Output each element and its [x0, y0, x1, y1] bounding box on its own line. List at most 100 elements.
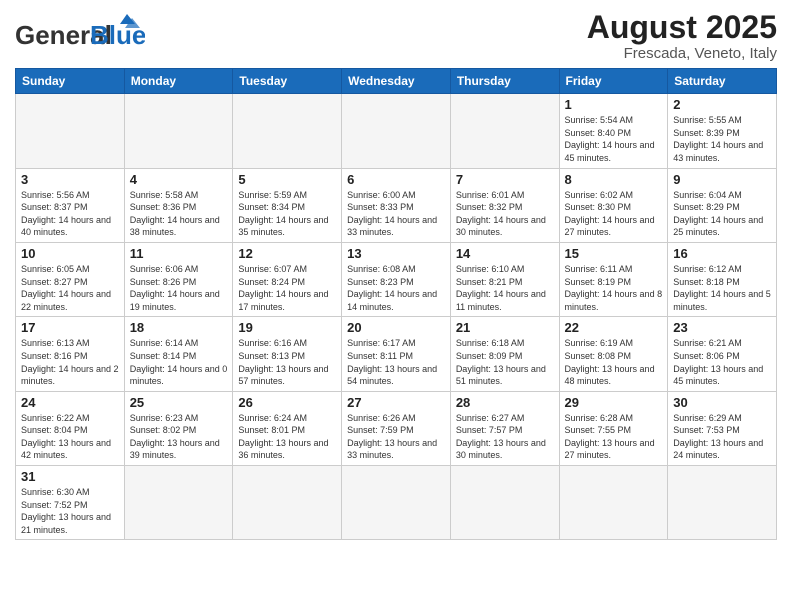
weekday-header-friday: Friday — [559, 69, 668, 94]
calendar-cell: 4 Sunrise: 5:58 AM Sunset: 8:36 PM Daylig… — [124, 168, 233, 242]
day-info: Sunrise: 6:13 AM Sunset: 8:16 PM Dayligh… — [21, 337, 119, 387]
day-info: Sunrise: 6:17 AM Sunset: 8:11 PM Dayligh… — [347, 337, 445, 387]
weekday-header-saturday: Saturday — [668, 69, 777, 94]
calendar-cell: 19 Sunrise: 6:16 AM Sunset: 8:13 PM Dayli… — [233, 317, 342, 391]
main-title: August 2025 — [587, 10, 777, 45]
day-info: Sunrise: 6:00 AM Sunset: 8:33 PM Dayligh… — [347, 189, 445, 239]
calendar-cell: 11 Sunrise: 6:06 AM Sunset: 8:26 PM Dayli… — [124, 242, 233, 316]
page: General Blue August 2025 Frescada, Venet… — [0, 0, 792, 612]
weekday-header-sunday: Sunday — [16, 69, 125, 94]
date-number: 5 — [238, 172, 336, 187]
calendar-cell: 7 Sunrise: 6:01 AM Sunset: 8:32 PM Daylig… — [450, 168, 559, 242]
calendar-cell: 17 Sunrise: 6:13 AM Sunset: 8:16 PM Dayli… — [16, 317, 125, 391]
day-info: Sunrise: 6:04 AM Sunset: 8:29 PM Dayligh… — [673, 189, 771, 239]
calendar-cell: 31Sunrise: 6:30 AM Sunset: 7:52 PM Dayli… — [16, 466, 125, 540]
day-info: Sunrise: 6:27 AM Sunset: 7:57 PM Dayligh… — [456, 412, 554, 462]
date-number: 13 — [347, 246, 445, 261]
calendar-cell — [124, 94, 233, 168]
weekday-header-monday: Monday — [124, 69, 233, 94]
date-number: 16 — [673, 246, 771, 261]
date-number: 20 — [347, 320, 445, 335]
day-info: Sunrise: 5:54 AM Sunset: 8:40 PM Dayligh… — [565, 114, 663, 164]
day-info: Sunrise: 6:30 AM Sunset: 7:52 PM Dayligh… — [21, 486, 119, 536]
logo-area: General Blue — [15, 10, 145, 59]
calendar-cell — [124, 466, 233, 540]
weekday-header-tuesday: Tuesday — [233, 69, 342, 94]
date-number: 17 — [21, 320, 119, 335]
day-info: Sunrise: 6:24 AM Sunset: 8:01 PM Dayligh… — [238, 412, 336, 462]
calendar-cell: 1 Sunrise: 5:54 AM Sunset: 8:40 PM Daylig… — [559, 94, 668, 168]
calendar-cell: 20 Sunrise: 6:17 AM Sunset: 8:11 PM Dayli… — [342, 317, 451, 391]
day-info: Sunrise: 6:29 AM Sunset: 7:53 PM Dayligh… — [673, 412, 771, 462]
calendar-cell — [342, 466, 451, 540]
day-info: Sunrise: 5:56 AM Sunset: 8:37 PM Dayligh… — [21, 189, 119, 239]
date-number: 21 — [456, 320, 554, 335]
date-number: 14 — [456, 246, 554, 261]
calendar-cell: 2Sunrise: 5:55 AM Sunset: 8:39 PM Daylig… — [668, 94, 777, 168]
sub-title: Frescada, Veneto, Italy — [587, 45, 777, 62]
calendar-cell: 8 Sunrise: 6:02 AM Sunset: 8:30 PM Daylig… — [559, 168, 668, 242]
calendar-cell: 14 Sunrise: 6:10 AM Sunset: 8:21 PM Dayli… — [450, 242, 559, 316]
day-info: Sunrise: 5:59 AM Sunset: 8:34 PM Dayligh… — [238, 189, 336, 239]
date-number: 19 — [238, 320, 336, 335]
weekday-header-thursday: Thursday — [450, 69, 559, 94]
week-row-1: 3Sunrise: 5:56 AM Sunset: 8:37 PM Daylig… — [16, 168, 777, 242]
day-info: Sunrise: 6:06 AM Sunset: 8:26 PM Dayligh… — [130, 263, 228, 313]
weekday-header-row: SundayMondayTuesdayWednesdayThursdayFrid… — [16, 69, 777, 94]
calendar-cell: 26 Sunrise: 6:24 AM Sunset: 8:01 PM Dayli… — [233, 391, 342, 465]
logo-svg: General Blue — [15, 14, 145, 59]
day-info: Sunrise: 6:14 AM Sunset: 8:14 PM Dayligh… — [130, 337, 228, 387]
calendar-cell: 27 Sunrise: 6:26 AM Sunset: 7:59 PM Dayli… — [342, 391, 451, 465]
calendar-cell: 29Sunrise: 6:28 AM Sunset: 7:55 PM Dayli… — [559, 391, 668, 465]
date-number: 4 — [130, 172, 228, 187]
calendar-cell: 30Sunrise: 6:29 AM Sunset: 7:53 PM Dayli… — [668, 391, 777, 465]
date-number: 8 — [565, 172, 663, 187]
date-number: 27 — [347, 395, 445, 410]
day-info: Sunrise: 6:02 AM Sunset: 8:30 PM Dayligh… — [565, 189, 663, 239]
calendar-cell: 12Sunrise: 6:07 AM Sunset: 8:24 PM Dayli… — [233, 242, 342, 316]
day-info: Sunrise: 6:21 AM Sunset: 8:06 PM Dayligh… — [673, 337, 771, 387]
calendar-cell — [450, 94, 559, 168]
date-number: 28 — [456, 395, 554, 410]
date-number: 23 — [673, 320, 771, 335]
day-info: Sunrise: 5:55 AM Sunset: 8:39 PM Dayligh… — [673, 114, 771, 164]
week-row-5: 31Sunrise: 6:30 AM Sunset: 7:52 PM Dayli… — [16, 466, 777, 540]
date-number: 24 — [21, 395, 119, 410]
calendar-cell — [450, 466, 559, 540]
date-number: 15 — [565, 246, 663, 261]
calendar-cell — [16, 94, 125, 168]
day-info: Sunrise: 6:19 AM Sunset: 8:08 PM Dayligh… — [565, 337, 663, 387]
calendar-cell: 5 Sunrise: 5:59 AM Sunset: 8:34 PM Daylig… — [233, 168, 342, 242]
day-info: Sunrise: 6:10 AM Sunset: 8:21 PM Dayligh… — [456, 263, 554, 313]
title-area: August 2025 Frescada, Veneto, Italy — [587, 10, 777, 62]
date-number: 11 — [130, 246, 228, 261]
week-row-4: 24 Sunrise: 6:22 AM Sunset: 8:04 PM Dayli… — [16, 391, 777, 465]
calendar-cell — [668, 466, 777, 540]
week-row-2: 10Sunrise: 6:05 AM Sunset: 8:27 PM Dayli… — [16, 242, 777, 316]
date-number: 29 — [565, 395, 663, 410]
date-number: 7 — [456, 172, 554, 187]
day-info: Sunrise: 5:58 AM Sunset: 8:36 PM Dayligh… — [130, 189, 228, 239]
day-info: Sunrise: 6:11 AM Sunset: 8:19 PM Dayligh… — [565, 263, 663, 313]
day-info: Sunrise: 6:26 AM Sunset: 7:59 PM Dayligh… — [347, 412, 445, 462]
day-info: Sunrise: 6:22 AM Sunset: 8:04 PM Dayligh… — [21, 412, 119, 462]
calendar-cell: 28 Sunrise: 6:27 AM Sunset: 7:57 PM Dayli… — [450, 391, 559, 465]
calendar-cell: 13 Sunrise: 6:08 AM Sunset: 8:23 PM Dayli… — [342, 242, 451, 316]
date-number: 9 — [673, 172, 771, 187]
calendar-cell: 22 Sunrise: 6:19 AM Sunset: 8:08 PM Dayli… — [559, 317, 668, 391]
calendar-cell: 16 Sunrise: 6:12 AM Sunset: 8:18 PM Dayli… — [668, 242, 777, 316]
day-info: Sunrise: 6:12 AM Sunset: 8:18 PM Dayligh… — [673, 263, 771, 313]
day-info: Sunrise: 6:08 AM Sunset: 8:23 PM Dayligh… — [347, 263, 445, 313]
date-number: 6 — [347, 172, 445, 187]
day-info: Sunrise: 6:16 AM Sunset: 8:13 PM Dayligh… — [238, 337, 336, 387]
day-info: Sunrise: 6:05 AM Sunset: 8:27 PM Dayligh… — [21, 263, 119, 313]
date-number: 22 — [565, 320, 663, 335]
date-number: 1 — [565, 97, 663, 112]
calendar: SundayMondayTuesdayWednesdayThursdayFrid… — [15, 68, 777, 540]
calendar-cell — [342, 94, 451, 168]
date-number: 18 — [130, 320, 228, 335]
week-row-0: 1 Sunrise: 5:54 AM Sunset: 8:40 PM Daylig… — [16, 94, 777, 168]
day-info: Sunrise: 6:01 AM Sunset: 8:32 PM Dayligh… — [456, 189, 554, 239]
date-number: 26 — [238, 395, 336, 410]
calendar-cell: 15 Sunrise: 6:11 AM Sunset: 8:19 PM Dayli… — [559, 242, 668, 316]
